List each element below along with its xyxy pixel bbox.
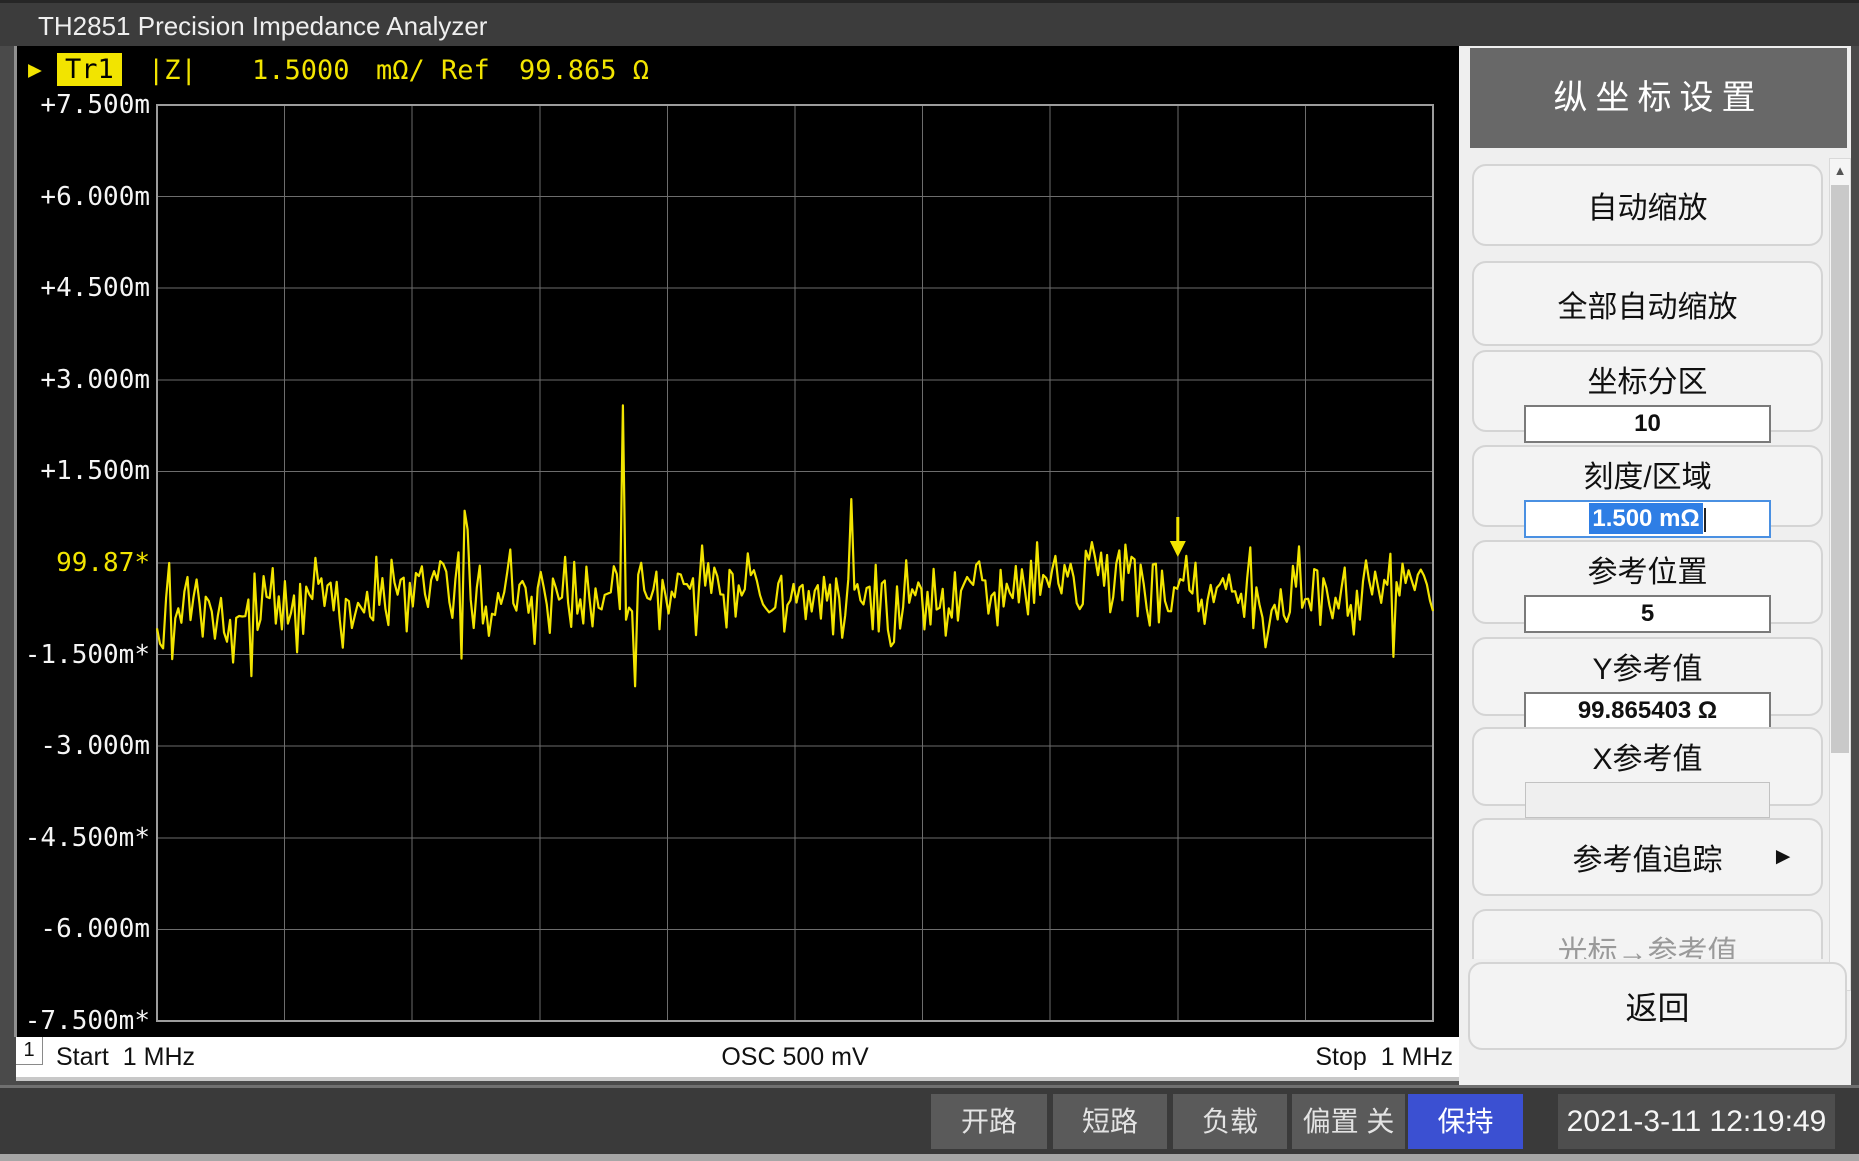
reference-position-label: 参考位置 (1474, 547, 1821, 591)
auto-scale-all-label: 全部自动缩放 (1474, 282, 1821, 326)
trace-scale-value: 1.5000 (252, 55, 350, 86)
analyzer-window: TH2851 Precision Impedance Analyzer ▶ Tr… (0, 0, 1859, 1161)
scale-per-division-input[interactable]: 1.500 mΩ (1524, 500, 1771, 538)
stop-frequency: Stop 1 MHz (1315, 1043, 1453, 1072)
auto-scale-button[interactable]: 自动缩放 (1472, 164, 1823, 246)
bottom-edge (0, 1154, 1859, 1161)
y-axis-label: +6.000m (8, 182, 150, 212)
cursor-to-reference-button[interactable]: 光标→参考值 (1472, 909, 1823, 959)
y-reference-input[interactable]: 99.865403 Ω (1524, 692, 1771, 730)
reference-position-input[interactable]: 5 (1524, 595, 1771, 633)
y-axis-label: -1.500m* (8, 640, 150, 670)
y-reference-label: Y参考值 (1474, 644, 1821, 688)
divisions-value: 10 (1634, 410, 1661, 437)
reference-tracking-label: 参考值追踪 (1474, 835, 1821, 879)
stop-value: 1 MHz (1381, 1043, 1453, 1071)
divisions-group[interactable]: 坐标分区 10 (1472, 350, 1823, 432)
vertical-axis-settings-panel: 纵坐标设置 自动缩放 全部自动缩放 坐标分区 10 刻度/区域 1.500 mΩ… (1459, 46, 1851, 1085)
divisions-input[interactable]: 10 (1524, 405, 1771, 443)
y-axis-label: +4.500m (8, 273, 150, 303)
stop-label: Stop (1315, 1043, 1366, 1071)
x-axis-strip: 1 Start 1 MHz OSC 500 mV Stop 1 MHz (16, 1037, 1459, 1081)
cursor-to-reference-label: 光标→参考值 (1474, 927, 1821, 959)
start-frequency: Start 1 MHz (56, 1043, 195, 1072)
reference-tracking-button[interactable]: 参考值追踪 ► (1472, 818, 1823, 896)
y-axis-label: +7.500m (8, 90, 150, 120)
scale-per-division-group[interactable]: 刻度/区域 1.500 mΩ (1472, 445, 1823, 527)
text-caret (1704, 508, 1706, 532)
x-reference-label: X参考值 (1474, 734, 1821, 778)
channel-indicator: 1 (16, 1037, 43, 1065)
start-label: Start (56, 1043, 109, 1071)
open-circuit-correction-button[interactable]: 开路 (931, 1094, 1047, 1149)
trace-scale-unit: mΩ/ (376, 55, 425, 86)
trace-marker-icon: ▶ (28, 57, 42, 83)
auto-scale-all-button[interactable]: 全部自动缩放 (1472, 261, 1823, 346)
osc-level: OSC 500 mV (721, 1043, 868, 1072)
submenu-arrow-icon: ► (1771, 843, 1795, 871)
marker-arrow-icon (1170, 541, 1186, 557)
y-axis-label: -6.000m (8, 914, 150, 944)
status-bar: 开路 短路 负载 偏置 关 保持 2021-3-11 12:19:49 (0, 1085, 1859, 1161)
y-reference-group[interactable]: Y参考值 99.865403 Ω (1472, 637, 1823, 716)
divisions-label: 坐标分区 (1474, 357, 1821, 401)
reference-position-group[interactable]: 参考位置 5 (1472, 540, 1823, 624)
panel-title: 纵坐标设置 (1470, 48, 1847, 148)
start-value: 1 MHz (123, 1043, 195, 1071)
scale-per-division-label: 刻度/区域 (1474, 452, 1821, 496)
datetime-display: 2021-3-11 12:19:49 (1558, 1094, 1835, 1149)
scroll-thumb[interactable] (1831, 185, 1849, 753)
trace-selector[interactable]: Tr1 (57, 53, 122, 86)
reference-value: 99.865 Ω (519, 55, 649, 86)
x-reference-input[interactable] (1525, 782, 1770, 818)
y-axis-label: 99.87* (8, 548, 150, 578)
scroll-up-arrow[interactable]: ▲ (1830, 159, 1850, 183)
reference-position-value: 5 (1641, 600, 1654, 627)
hold-button[interactable]: 保持 (1408, 1094, 1523, 1149)
load-correction-button[interactable]: 负载 (1173, 1094, 1287, 1149)
scale-per-division-value: 1.500 mΩ (1589, 503, 1702, 534)
y-axis-label: -7.500m* (8, 1006, 150, 1036)
y-axis-label: -4.500m* (8, 823, 150, 853)
bias-toggle-button[interactable]: 偏置 关 (1292, 1094, 1405, 1149)
y-axis-label: -3.000m (8, 731, 150, 761)
reference-label: Ref (441, 55, 490, 86)
y-axis-label: +3.000m (8, 365, 150, 395)
short-circuit-correction-button[interactable]: 短路 (1053, 1094, 1167, 1149)
y-axis-label: +1.500m (8, 456, 150, 486)
auto-scale-label: 自动缩放 (1474, 183, 1821, 227)
x-reference-group[interactable]: X参考值 (1472, 727, 1823, 806)
back-button[interactable]: 返回 (1468, 962, 1847, 1050)
y-reference-value: 99.865403 Ω (1578, 697, 1717, 724)
trace-parameter: |Z| (148, 55, 197, 86)
sidebar-scrollbar[interactable]: ▲ ▼ (1829, 158, 1851, 991)
back-label: 返回 (1470, 983, 1845, 1029)
